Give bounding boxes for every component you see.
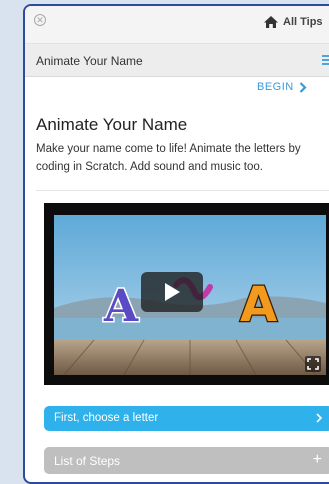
all-tips-label: All Tips <box>283 16 323 28</box>
tip-title: Animate Your Name <box>36 54 143 68</box>
letter-a-purple: A <box>103 281 139 332</box>
divider <box>36 190 329 191</box>
home-icon <box>264 16 278 28</box>
begin-button[interactable]: BEGIN <box>257 81 307 93</box>
fullscreen-icon[interactable] <box>305 356 321 372</box>
list-of-steps-button[interactable]: List of Steps + <box>44 447 329 474</box>
page-title: Animate Your Name <box>36 115 188 134</box>
first-step-button[interactable]: First, choose a letter <box>44 406 329 431</box>
plus-icon: + <box>312 451 322 468</box>
chevron-right-icon <box>316 413 323 423</box>
close-icon[interactable]: ✕ <box>34 14 46 26</box>
chevron-right-icon <box>299 81 307 93</box>
list-of-steps-label: List of Steps <box>54 454 121 468</box>
first-step-label: First, choose a letter <box>54 412 159 424</box>
play-icon[interactable] <box>141 272 203 312</box>
letter-a-orange: A <box>240 277 277 333</box>
begin-label: BEGIN <box>257 81 294 93</box>
menu-icon[interactable] <box>322 55 329 65</box>
all-tips-button[interactable]: All Tips <box>263 14 323 30</box>
tips-topbar: ✕ All Tips <box>25 6 329 44</box>
tips-panel: ✕ All Tips Animate Your Name BEGIN Anima… <box>23 4 329 484</box>
tip-description: Make your name come to life! Animate the… <box>36 143 301 173</box>
tip-title-bar: Animate Your Name <box>25 44 329 77</box>
